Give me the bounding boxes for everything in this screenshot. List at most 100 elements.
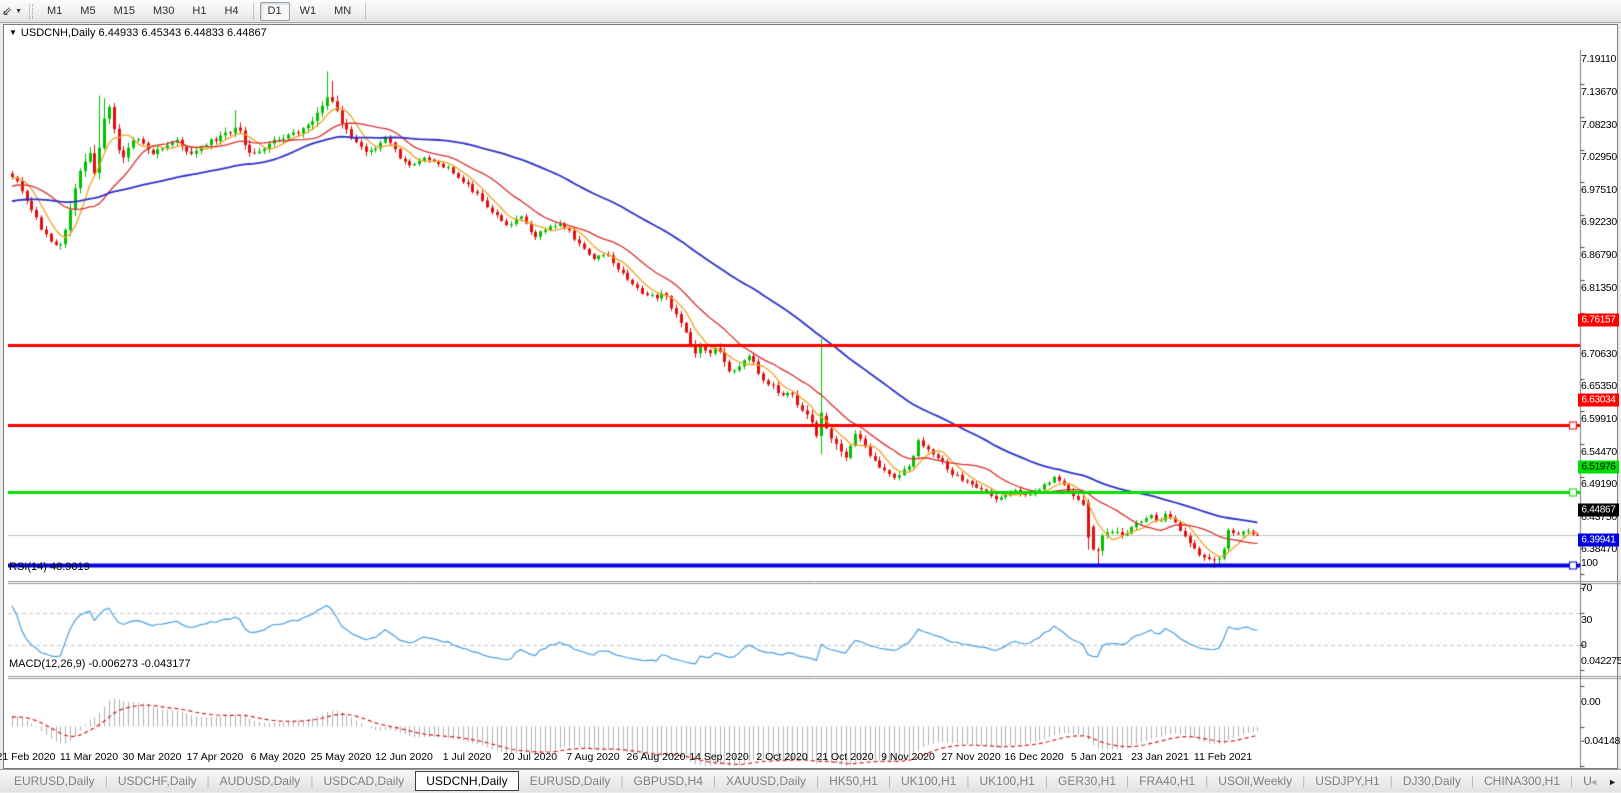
symbol-tab-usdchf-daily[interactable]: USDCHF,Daily	[116, 772, 199, 790]
current-price-tag: 6.44867	[1578, 504, 1619, 517]
symbol-tab-hk50-h1[interactable]: HK50,H1	[827, 772, 880, 790]
timeframe-button-w1[interactable]: W1	[292, 2, 325, 21]
time-axis-label: 2 Oct 2020	[756, 751, 807, 763]
symbol-tabs: EURUSD,Daily | USDCHF,Daily | AUDUSD,Daily | U…	[0, 771, 1594, 791]
timeframe-button-m5[interactable]: M5	[72, 2, 103, 21]
tab-separator: |	[207, 774, 210, 788]
tab-scroll-left-icon[interactable]: ◄	[1589, 777, 1598, 787]
price-axis-label: 6.81350	[1581, 282, 1621, 294]
time-axis-label: 20 Jul 2020	[503, 751, 557, 763]
chevron-down-icon: ▼	[15, 8, 22, 15]
timeframe-button-group: M1M5M15M30H1H4 D1W1MN	[38, 0, 371, 22]
time-axis-label: 6 May 2020	[251, 751, 306, 763]
toolbar-drag-handle[interactable]	[29, 4, 33, 19]
price-axis-label: 6.59910	[1581, 413, 1621, 425]
time-axis-label: 26 Aug 2020	[627, 751, 686, 763]
time-axis-label: 27 Nov 2020	[941, 751, 1001, 763]
cursor-tool-icon: ⇙	[2, 5, 12, 17]
symbol-tab-uk100-h1[interactable]: UK100,H1	[899, 772, 958, 790]
toolbar-separator	[253, 3, 254, 20]
price-axis-label: 6.65350	[1581, 380, 1621, 392]
timeframe-toolbar: ⇙ ▼ M1M5M15M30H1H4 D1W1MN	[0, 0, 1621, 23]
time-axis-label: 1 Jul 2020	[443, 751, 491, 763]
rsi-axis-label: 30	[1581, 614, 1621, 626]
cursor-tool-button[interactable]: ⇙ ▼	[0, 0, 25, 22]
time-axis-label: 21 Feb 2020	[0, 751, 55, 763]
tab-separator: |	[1205, 774, 1208, 788]
tab-separator: |	[1045, 774, 1048, 788]
tab-separator: |	[1390, 774, 1393, 788]
tab-separator: |	[888, 774, 891, 788]
time-axis-label: 5 Jan 2021	[1071, 751, 1123, 763]
time-axis-label: 30 Mar 2020	[123, 751, 182, 763]
timeframe-button-h4[interactable]: H4	[216, 2, 246, 21]
tab-separator: |	[1471, 774, 1474, 788]
tab-scroll-controls: ◄ ►	[1583, 770, 1617, 792]
time-axis-label: 21 Oct 2020	[816, 751, 873, 763]
symbol-tab-gbpusd-h4[interactable]: GBPUSD,H4	[632, 772, 705, 790]
macd-axis-label: 0.042275	[1581, 655, 1621, 667]
time-axis-label: 11 Mar 2020	[60, 751, 118, 763]
price-axis-label: 7.19110	[1581, 53, 1621, 65]
symbol-tab-fra40-h1[interactable]: FRA40,H1	[1137, 772, 1197, 790]
rsi-axis-label: 70	[1581, 582, 1621, 594]
timeframe-button-d1[interactable]: D1	[260, 2, 290, 21]
chart-symbol-period: USDCNH,Daily	[21, 27, 96, 39]
toolbar-separator	[365, 3, 366, 20]
time-axis-label: 9 Nov 2020	[881, 751, 935, 763]
macd-indicator-label: MACD(12,26,9) -0.006273 -0.043177	[9, 658, 191, 670]
macd-axis-label: -0.04148	[1581, 735, 1621, 747]
time-axis-label: 12 Jun 2020	[375, 751, 433, 763]
symbol-tab-uk100-h1[interactable]: UK100,H1	[977, 772, 1036, 790]
symbol-tab-eurusd-daily[interactable]: EURUSD,Daily	[528, 772, 613, 790]
tab-separator: |	[1126, 774, 1129, 788]
price-axis-label: 6.86790	[1581, 249, 1621, 261]
hline-price-tag[interactable]: 6.39941	[1578, 534, 1619, 547]
time-axis-label: 7 Aug 2020	[566, 751, 619, 763]
macd-axis-label: 0.00	[1581, 696, 1621, 708]
tab-separator: |	[620, 774, 623, 788]
symbol-tab-usdjpy-h1[interactable]: USDJPY,H1	[1313, 772, 1381, 790]
chart-title: ▼ USDCNH,Daily 6.44933 6.45343 6.44833 6.…	[9, 27, 267, 39]
time-axis-label: 11 Feb 2021	[1194, 751, 1252, 763]
symbol-tab-china300-h1[interactable]: CHINA300,H1	[1482, 772, 1562, 790]
chart-marker-icon: ▼	[9, 28, 17, 37]
symbol-tab-audusd-daily[interactable]: AUDUSD,Daily	[218, 772, 303, 790]
price-chart-canvas[interactable]	[8, 50, 1621, 793]
time-axis-label: 25 May 2020	[311, 751, 372, 763]
rsi-axis-label: 100	[1581, 557, 1621, 569]
symbol-tab-usdcnh-daily[interactable]: USDCNH,Daily	[415, 771, 518, 791]
hline-price-tag[interactable]: 6.63034	[1578, 393, 1619, 406]
timeframe-button-mn[interactable]: MN	[326, 2, 359, 21]
time-axis-label: 23 Jan 2021	[1131, 751, 1189, 763]
tab-separator: |	[713, 774, 716, 788]
hline-price-tag[interactable]: 6.51976	[1578, 461, 1619, 474]
price-axis-label: 6.70630	[1581, 348, 1621, 360]
symbol-tab-dj30-daily[interactable]: DJ30,Daily	[1401, 772, 1463, 790]
timeframe-button-m1[interactable]: M1	[39, 2, 70, 21]
symbol-tab-usoil-weekly[interactable]: USOil,Weekly	[1216, 772, 1294, 790]
chart-ohlc-values: 6.44933 6.45343 6.44833 6.44867	[99, 27, 267, 39]
time-axis-label: 14 Sep 2020	[689, 751, 749, 763]
rsi-axis-label: 0	[1581, 639, 1621, 651]
tab-separator: |	[105, 774, 108, 788]
time-axis-label: 17 Apr 2020	[187, 751, 244, 763]
tab-scroll-right-icon[interactable]: ►	[1608, 777, 1617, 787]
hline-price-tag[interactable]: 6.76157	[1578, 314, 1619, 327]
price-axis-label: 6.49190	[1581, 478, 1621, 490]
price-axis-label: 7.08230	[1581, 119, 1621, 131]
price-axis-label: 7.02950	[1581, 151, 1621, 163]
timeframe-button-h1[interactable]: H1	[184, 2, 214, 21]
time-axis-label: 16 Dec 2020	[1004, 751, 1064, 763]
tab-separator: |	[310, 774, 313, 788]
price-axis-label: 6.54470	[1581, 446, 1621, 458]
symbol-tab-bar: EURUSD,Daily | USDCHF,Daily | AUDUSD,Daily | U…	[0, 769, 1621, 792]
symbol-tab-eurusd-daily[interactable]: EURUSD,Daily	[12, 772, 97, 790]
price-axis-label: 6.92230	[1581, 216, 1621, 228]
timeframe-button-m30[interactable]: M30	[145, 2, 182, 21]
symbol-tab-xauusd-daily[interactable]: XAUUSD,Daily	[724, 772, 808, 790]
symbol-tab-ger30-h1[interactable]: GER30,H1	[1056, 772, 1118, 790]
symbol-tab-usdcad-daily[interactable]: USDCAD,Daily	[321, 772, 406, 790]
tab-separator: |	[1570, 774, 1573, 788]
timeframe-button-m15[interactable]: M15	[106, 2, 143, 21]
